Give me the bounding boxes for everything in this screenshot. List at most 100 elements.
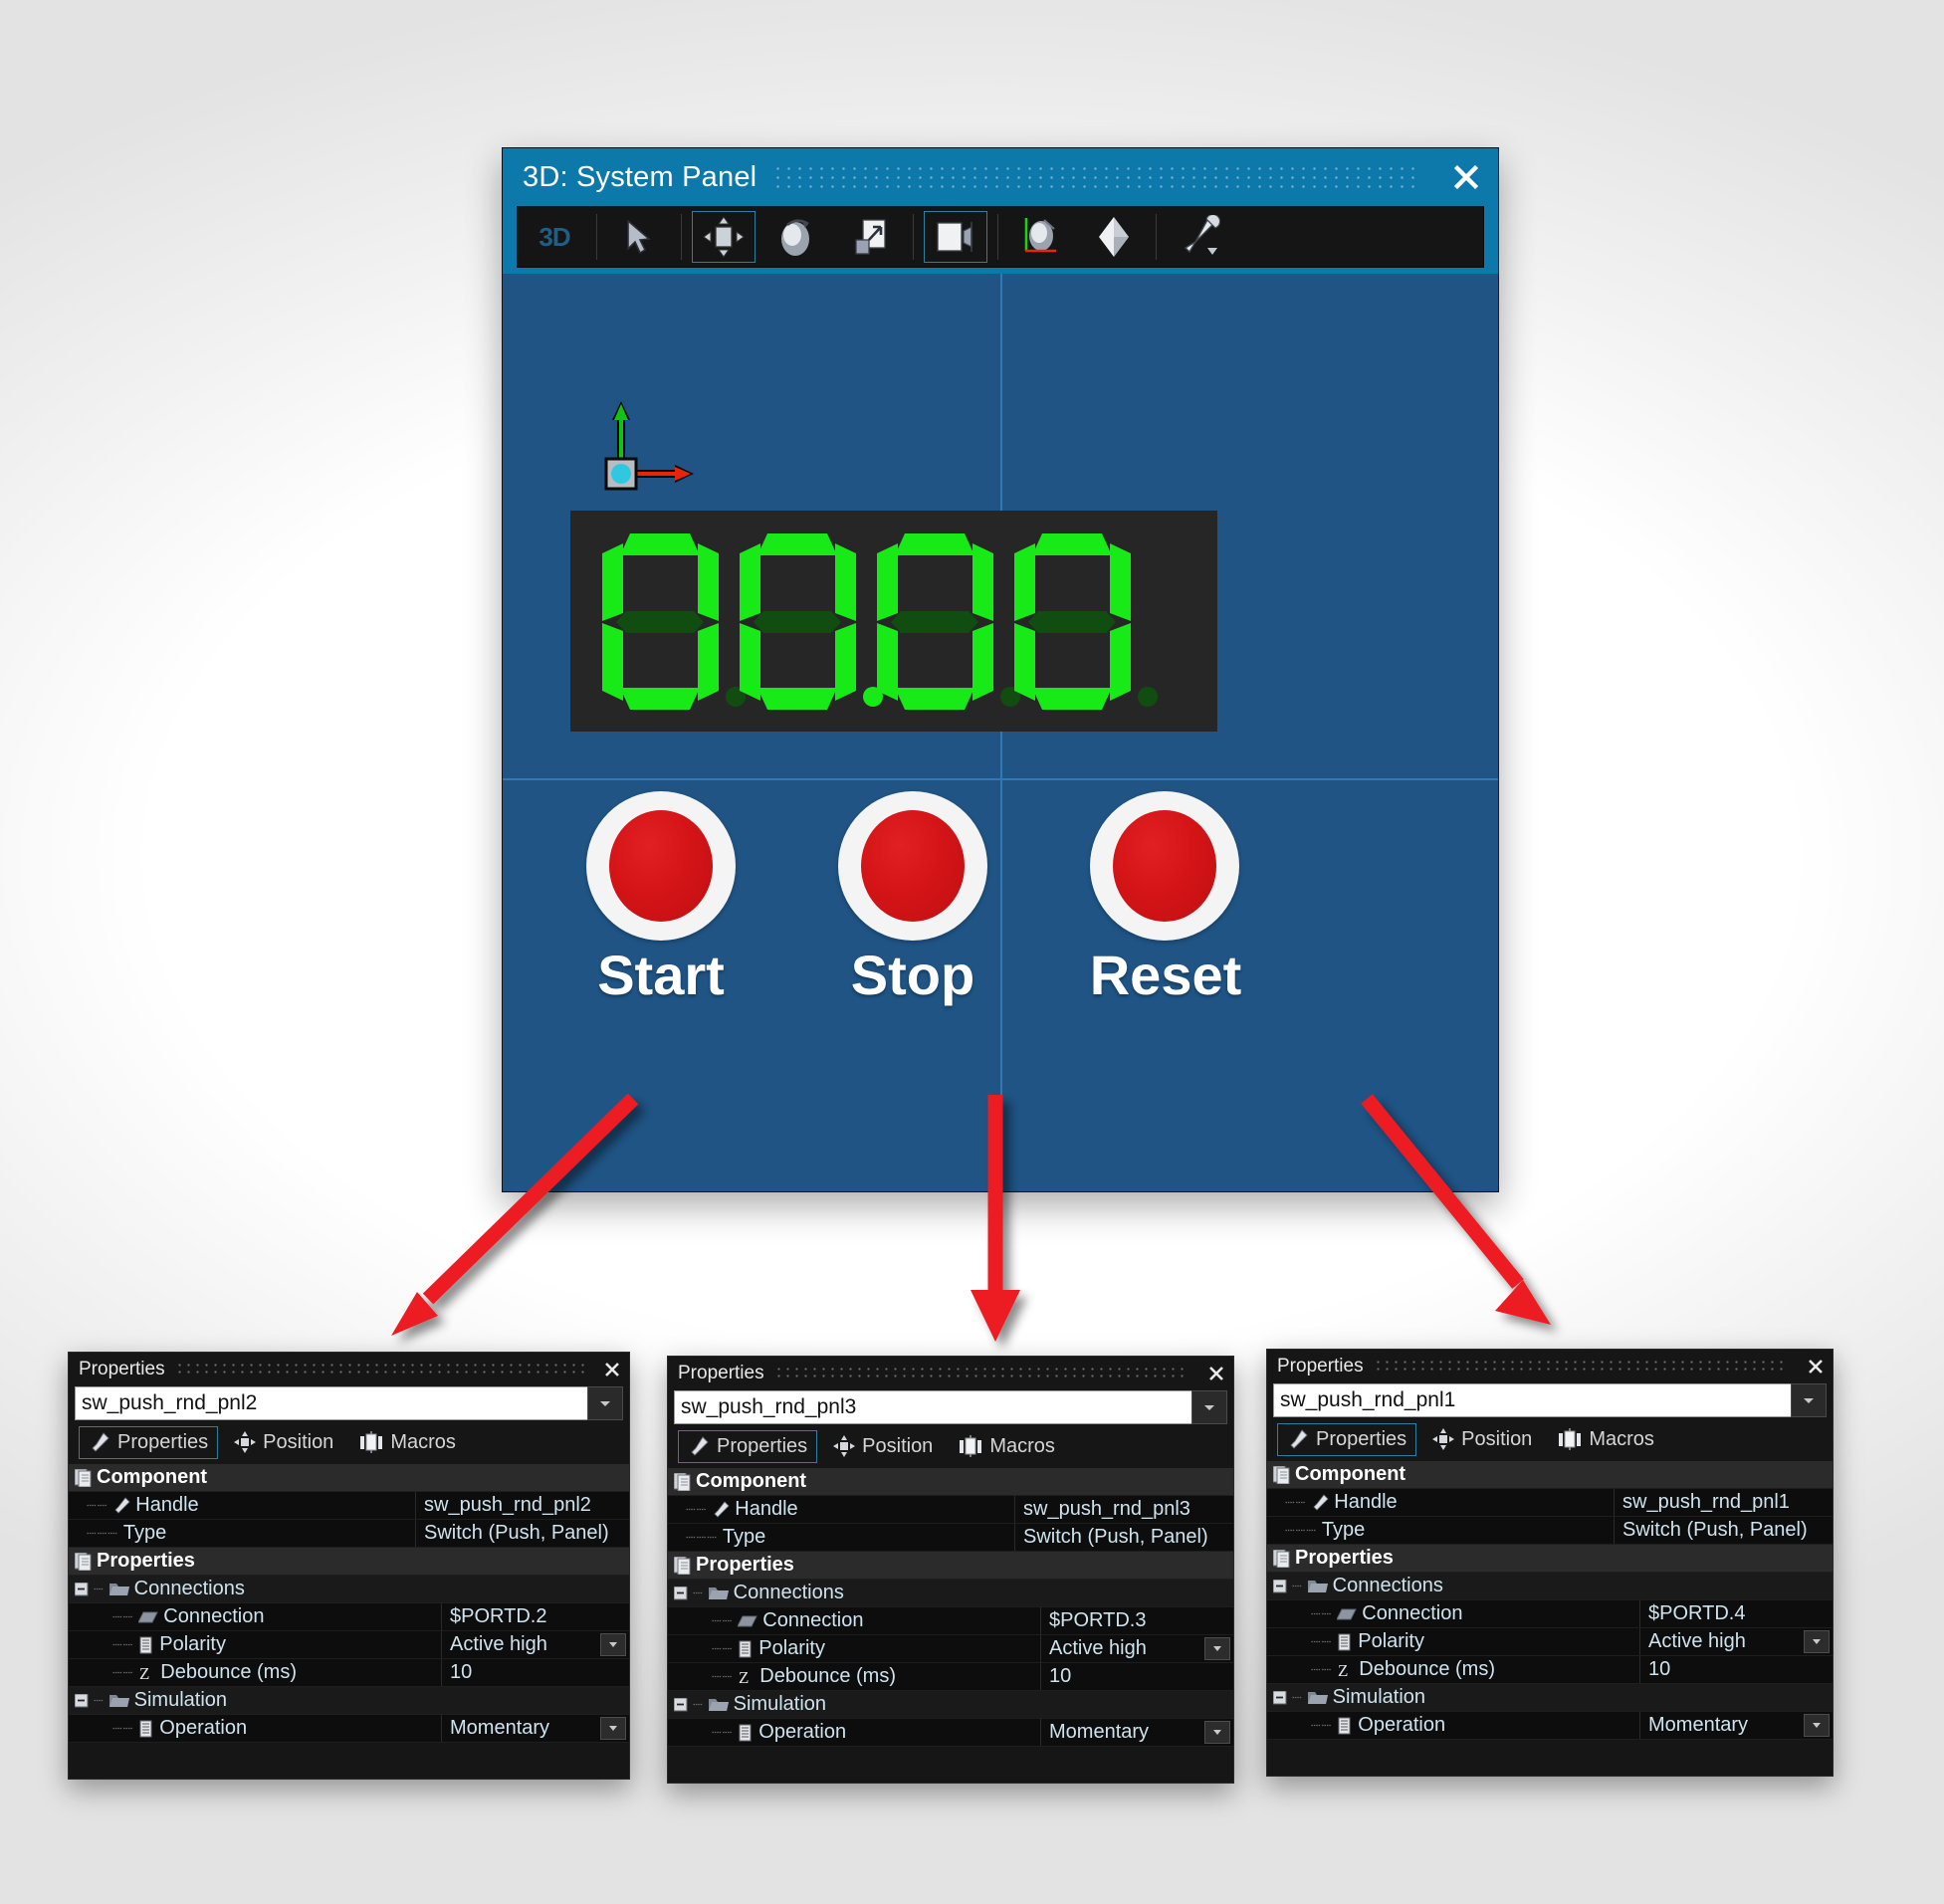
chevron-down-icon[interactable] xyxy=(1804,1630,1830,1653)
property-value-cell[interactable]: Momentary xyxy=(1040,1719,1233,1746)
select-tool-button[interactable] xyxy=(602,207,676,267)
close-icon[interactable] xyxy=(1799,1350,1833,1383)
property-row-debounce[interactable]: ┈┈ Z Debounce (ms) 10 xyxy=(69,1659,629,1687)
chevron-down-icon[interactable] xyxy=(1191,1390,1227,1424)
component-name-input[interactable] xyxy=(674,1390,1191,1424)
close-icon[interactable] xyxy=(1199,1357,1233,1390)
document-stack-icon xyxy=(1273,1549,1290,1568)
minus-box-icon[interactable] xyxy=(75,1582,89,1596)
property-row-type: ┈┈┈ Type Switch (Push, Panel) xyxy=(668,1524,1233,1552)
property-row-debounce[interactable]: ┈┈ Z Debounce (ms) 10 xyxy=(668,1663,1233,1691)
3d-viewport[interactable]: Start Stop Reset xyxy=(503,274,1498,1191)
minus-box-icon[interactable] xyxy=(674,1586,688,1600)
tab-position[interactable]: Position xyxy=(224,1426,343,1459)
property-row-polarity[interactable]: ┈┈ Polarity Active high xyxy=(1267,1628,1833,1656)
seven-segment-digit xyxy=(598,531,746,711)
tab-macros[interactable]: Macros xyxy=(1548,1423,1664,1456)
settings-tool-button[interactable] xyxy=(1162,207,1235,267)
close-icon[interactable] xyxy=(595,1353,629,1386)
shading-tool-button[interactable] xyxy=(1077,207,1151,267)
property-row-polarity[interactable]: ┈┈ Polarity Active high xyxy=(69,1631,629,1659)
tree-connector: ┈┈┈ xyxy=(1285,1522,1317,1540)
tab-macros[interactable]: Macros xyxy=(349,1426,466,1459)
chevron-down-icon[interactable] xyxy=(1804,1714,1830,1737)
property-row-connection[interactable]: ┈┈ Connection $PORTD.4 xyxy=(1267,1600,1833,1628)
property-row-connection[interactable]: ┈┈ Connection $PORTD.2 xyxy=(69,1603,629,1631)
chevron-down-icon[interactable] xyxy=(587,1386,623,1420)
property-row-operation[interactable]: ┈┈ Operation Momentary xyxy=(668,1719,1233,1747)
reset-push-button[interactable] xyxy=(1090,791,1239,941)
minus-box-icon[interactable] xyxy=(1273,1579,1287,1593)
property-row-handle[interactable]: ┈┈ Handle sw_push_rnd_pnl2 xyxy=(69,1492,629,1520)
tab-properties-label: Properties xyxy=(717,1434,808,1457)
property-label: Connection xyxy=(762,1609,864,1631)
tab-properties[interactable]: Properties xyxy=(1277,1422,1417,1456)
property-row-handle[interactable]: ┈┈ Handle sw_push_rnd_pnl1 xyxy=(1267,1489,1833,1517)
property-value-cell[interactable]: Momentary xyxy=(441,1715,629,1742)
close-icon[interactable] xyxy=(1434,148,1498,206)
chevron-down-icon[interactable] xyxy=(600,1633,626,1656)
component-name-input[interactable] xyxy=(1273,1383,1791,1417)
subgroup-label: Connections xyxy=(133,1578,245,1599)
property-value[interactable]: $PORTD.2 xyxy=(441,1603,629,1630)
axis-sphere-tool-button[interactable] xyxy=(1003,207,1077,267)
property-value-cell[interactable]: Active high xyxy=(1040,1635,1233,1662)
chevron-down-icon[interactable] xyxy=(1204,1637,1230,1660)
tree-connector: ┈┈ xyxy=(87,1497,108,1515)
tab-position[interactable]: Position xyxy=(1422,1423,1542,1456)
property-value[interactable]: sw_push_rnd_pnl1 xyxy=(1614,1489,1833,1516)
view-front-tool-button[interactable] xyxy=(919,207,992,267)
property-value-cell[interactable]: Momentary xyxy=(1639,1712,1833,1739)
stop-button-label: Stop xyxy=(850,944,975,1006)
property-value[interactable]: $PORTD.3 xyxy=(1040,1607,1233,1634)
chevron-down-icon[interactable] xyxy=(1204,1721,1230,1744)
minus-box-icon[interactable] xyxy=(75,1693,89,1708)
property-row-operation[interactable]: ┈┈ Operation Momentary xyxy=(1267,1712,1833,1740)
component-selector[interactable] xyxy=(1273,1383,1827,1417)
property-value[interactable]: 10 xyxy=(441,1659,629,1686)
property-row-connection[interactable]: ┈┈ Connection $PORTD.3 xyxy=(668,1607,1233,1635)
stop-push-button[interactable] xyxy=(838,791,987,941)
tab-properties[interactable]: Properties xyxy=(678,1429,818,1463)
property-row-handle[interactable]: ┈┈ Handle sw_push_rnd_pnl3 xyxy=(668,1496,1233,1524)
minus-box-icon[interactable] xyxy=(1273,1690,1287,1705)
move-tool-button[interactable] xyxy=(687,207,760,267)
start-push-button[interactable] xyxy=(586,791,736,941)
tab-macros[interactable]: Macros xyxy=(949,1430,1065,1463)
scale-tool-button[interactable] xyxy=(834,207,908,267)
minus-box-icon[interactable] xyxy=(674,1697,688,1712)
chevron-down-icon[interactable] xyxy=(1791,1383,1827,1417)
component-selector[interactable] xyxy=(674,1390,1227,1424)
property-value-cell[interactable]: Active high xyxy=(1639,1628,1833,1655)
property-value: Switch (Push, Panel) xyxy=(1014,1524,1233,1551)
property-value[interactable]: 10 xyxy=(1040,1663,1233,1690)
subgroup-row-connections[interactable]: ┈ Connections xyxy=(69,1576,629,1603)
property-row-polarity[interactable]: ┈┈ Polarity Active high xyxy=(668,1635,1233,1663)
property-value[interactable]: 10 xyxy=(1639,1656,1833,1683)
subgroup-row-simulation[interactable]: ┈ Simulation xyxy=(668,1691,1233,1719)
subgroup-row-connections[interactable]: ┈ Connections xyxy=(1267,1573,1833,1600)
component-name-input[interactable] xyxy=(75,1386,587,1420)
property-row-debounce[interactable]: ┈┈ Z Debounce (ms) 10 xyxy=(1267,1656,1833,1684)
property-row-type: ┈┈┈ Type Switch (Push, Panel) xyxy=(1267,1517,1833,1545)
tab-properties[interactable]: Properties xyxy=(79,1425,219,1459)
property-row-operation[interactable]: ┈┈ Operation Momentary xyxy=(69,1715,629,1743)
rotate-tool-button[interactable] xyxy=(760,207,834,267)
panel-grip-dots xyxy=(1373,1359,1789,1375)
tab-position-label: Position xyxy=(263,1430,334,1453)
property-label: Type xyxy=(1321,1519,1366,1541)
subgroup-row-simulation[interactable]: ┈ Simulation xyxy=(69,1687,629,1715)
property-label: Debounce (ms) xyxy=(759,1665,896,1687)
folder-icon xyxy=(108,1582,129,1596)
tab-position[interactable]: Position xyxy=(823,1430,943,1463)
property-value[interactable]: $PORTD.4 xyxy=(1639,1600,1833,1627)
subgroup-row-connections[interactable]: ┈ Connections xyxy=(668,1580,1233,1607)
property-label: Operation xyxy=(758,1721,847,1743)
property-value-cell[interactable]: Active high xyxy=(441,1631,629,1658)
property-value[interactable]: sw_push_rnd_pnl2 xyxy=(415,1492,629,1519)
property-value[interactable]: sw_push_rnd_pnl3 xyxy=(1014,1496,1233,1523)
component-selector[interactable] xyxy=(75,1386,623,1420)
toolbar-separator xyxy=(1156,214,1157,260)
subgroup-row-simulation[interactable]: ┈ Simulation xyxy=(1267,1684,1833,1712)
chevron-down-icon[interactable] xyxy=(600,1717,626,1740)
